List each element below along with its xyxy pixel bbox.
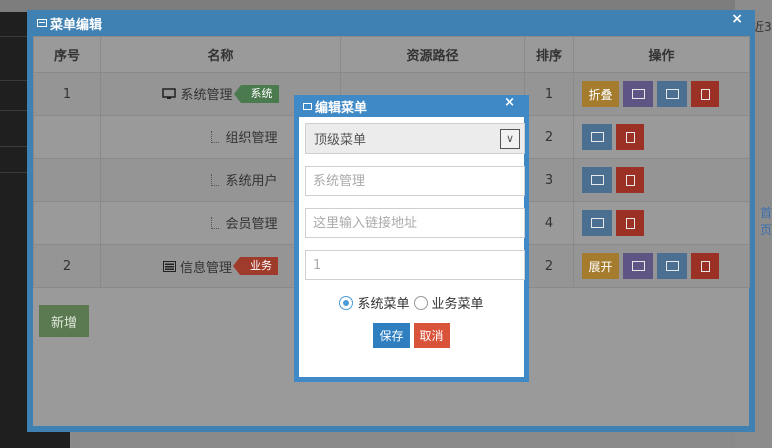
edit-button[interactable] [657, 253, 687, 279]
edit-button[interactable] [657, 81, 687, 107]
row-actions [573, 158, 750, 202]
delete-button[interactable] [691, 253, 719, 279]
dialog-header: 编辑菜单 × [299, 95, 524, 117]
row-index: 2 [33, 244, 101, 288]
row-index: 1 [33, 72, 101, 116]
radio-system-label: 系统菜单 [357, 297, 410, 312]
row-actions [573, 201, 750, 245]
edit-button[interactable] [582, 210, 612, 236]
trash-icon [700, 88, 710, 100]
type-tag: 系统 [233, 84, 279, 103]
menu-type-radios: 系统菜单 业务菜单 [305, 293, 524, 312]
row-name: 信息管理 [179, 260, 232, 276]
trash-icon [700, 260, 710, 272]
window-header: 菜单编辑 × [33, 10, 749, 36]
trash-icon [625, 131, 635, 143]
tree-line [211, 130, 220, 143]
dialog-title: 编辑菜单 [315, 100, 368, 116]
edit-icon [590, 132, 604, 142]
monitor-icon [162, 88, 177, 99]
image-icon [631, 89, 645, 99]
header-name: 名称 [100, 36, 341, 73]
window-icon [37, 19, 47, 27]
menu-sort-input[interactable] [305, 250, 525, 280]
close-icon[interactable]: × [731, 11, 743, 27]
header-path: 资源路径 [340, 36, 525, 73]
row-name: 系统管理 [180, 88, 233, 104]
save-button[interactable]: 保存 [373, 323, 410, 348]
dialog-body: 顶级菜单 ∨ 系统菜单 业务菜单 保存 取消 [299, 117, 525, 377]
row-sort: 2 [524, 244, 574, 288]
edit-icon [665, 89, 679, 99]
row-name: 系统用户 [225, 174, 278, 190]
edit-icon [665, 261, 679, 271]
select-value: 顶级菜单 [314, 133, 367, 148]
row-actions: 折叠 [573, 72, 750, 116]
cancel-button[interactable]: 取消 [413, 323, 450, 348]
row-name: 会员管理 [225, 217, 278, 233]
row-name: 组织管理 [225, 131, 278, 147]
delete-button[interactable] [691, 81, 719, 107]
image-button[interactable] [623, 253, 653, 279]
header-index: 序号 [33, 36, 101, 73]
edit-icon [590, 218, 604, 228]
row-index [33, 158, 101, 202]
row-sort: 4 [524, 201, 574, 245]
dialog-icon [303, 102, 312, 110]
image-icon [631, 261, 645, 271]
edit-button[interactable] [582, 124, 612, 150]
dialog-actions: 保存 取消 [305, 323, 524, 348]
list-icon [162, 260, 176, 272]
radio-system[interactable] [339, 295, 354, 310]
chevron-down-icon: ∨ [500, 128, 520, 149]
close-icon[interactable]: × [504, 95, 515, 110]
image-button[interactable] [623, 81, 653, 107]
delete-button[interactable] [616, 124, 644, 150]
parent-menu-select[interactable]: 顶级菜单 ∨ [305, 123, 525, 154]
edit-button[interactable] [582, 167, 612, 193]
row-index [33, 115, 101, 159]
background-link-text[interactable]: 首页 [760, 204, 772, 238]
tree-line [211, 173, 220, 186]
menu-name-input[interactable] [305, 166, 525, 196]
row-sort: 3 [524, 158, 574, 202]
edit-icon [590, 175, 604, 185]
collapse-button[interactable]: 折叠 [582, 81, 619, 107]
row-actions: 展开 [573, 244, 750, 288]
tree-line [211, 216, 220, 229]
row-actions [573, 115, 750, 159]
delete-button[interactable] [616, 210, 644, 236]
radio-business[interactable] [413, 295, 428, 310]
trash-icon [625, 174, 635, 186]
type-tag: 业务 [233, 257, 278, 275]
edit-menu-dialog: 编辑菜单 × 顶级菜单 ∨ 系统菜单 业务菜单 保存 取消 [294, 95, 529, 382]
radio-business-label: 业务菜单 [431, 297, 484, 312]
row-index [33, 201, 101, 245]
header-sort: 排序 [524, 36, 574, 73]
row-sort: 2 [524, 115, 574, 159]
window-title: 菜单编辑 [50, 17, 103, 33]
add-button[interactable]: 新增 [39, 305, 89, 337]
menu-url-input[interactable] [305, 208, 525, 238]
delete-button[interactable] [616, 167, 644, 193]
header-actions: 操作 [573, 36, 750, 73]
expand-button[interactable]: 展开 [582, 253, 619, 279]
row-sort: 1 [524, 72, 574, 116]
trash-icon [625, 217, 635, 229]
